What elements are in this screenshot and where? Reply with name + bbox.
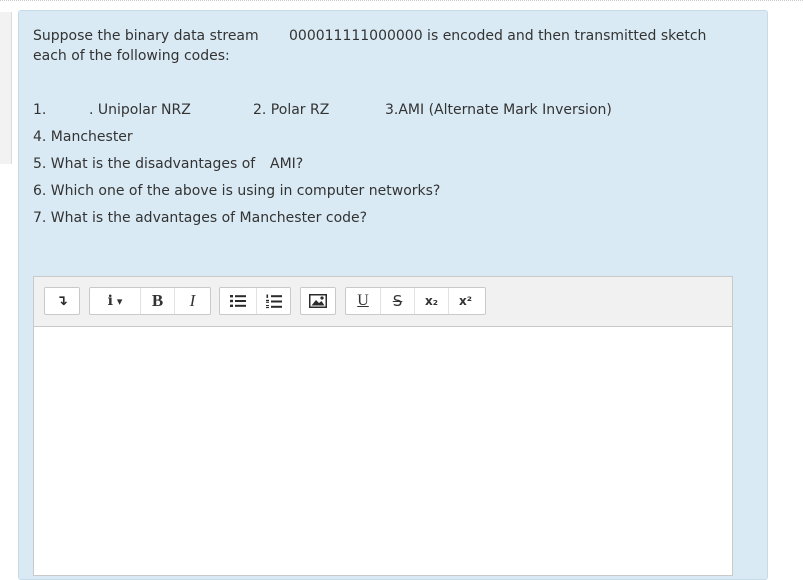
item-6-text: 6. Which one of the above is using in co… — [33, 183, 441, 199]
image-group — [300, 287, 336, 315]
list-group — [219, 287, 291, 315]
strikethrough-button[interactable]: S — [380, 288, 414, 314]
bullet-list-button[interactable] — [220, 288, 256, 314]
format-group: i ▾ B I — [89, 287, 211, 315]
editor-toolbar: ↴ i ▾ B I U S x₂ x² — [34, 277, 732, 327]
insert-group: ↴ — [44, 287, 80, 315]
italic-button[interactable]: I — [174, 288, 210, 314]
insert-button[interactable]: ↴ — [45, 288, 79, 314]
underline-icon: U — [357, 292, 369, 309]
text-style-group: U S x₂ x² — [345, 287, 486, 315]
underline-button[interactable]: U — [346, 288, 380, 314]
bold-icon: B — [151, 291, 164, 310]
item-5-text-a: 5. What is the disadvantages of — [33, 156, 256, 172]
item-4-text: 4. Manchester — [33, 129, 133, 145]
item-3-text: 3.AMI (Alternate Mark Inversion) — [385, 102, 612, 118]
numbered-list-icon — [265, 294, 282, 308]
item-1-number: 1. — [33, 102, 47, 118]
image-icon — [309, 294, 327, 308]
top-divider — [0, 0, 803, 2]
insert-stuff-button[interactable]: i ▾ — [90, 288, 140, 314]
strikethrough-icon: S — [392, 292, 403, 310]
question-intro-line1-b: 000011111000000 is encoded and then tran… — [289, 28, 707, 44]
answer-editor: ↴ i ▾ B I U S x₂ x² — [33, 276, 733, 576]
question-intro-line1-a: Suppose the binary data stream — [33, 28, 259, 44]
arrow-down-icon: ↴ — [56, 293, 68, 309]
item-2-text: 2. Polar RZ — [253, 102, 330, 118]
subscript-icon: x₂ — [425, 294, 438, 308]
info-icon: i — [107, 293, 113, 309]
bold-button[interactable]: B — [140, 288, 174, 314]
subscript-button[interactable]: x₂ — [414, 288, 448, 314]
italic-icon: I — [189, 291, 196, 310]
item-7-text: 7. What is the advantages of Manchester … — [33, 210, 368, 226]
superscript-button[interactable]: x² — [448, 288, 482, 314]
superscript-icon: x² — [459, 294, 472, 308]
numbered-list-button[interactable] — [256, 288, 290, 314]
question-intro-line2: each of the following codes: — [33, 48, 230, 64]
chevron-down-icon: ▾ — [116, 294, 123, 308]
answer-text-area[interactable] — [34, 327, 732, 575]
left-side-strip — [0, 12, 12, 164]
bullet-list-icon — [230, 295, 246, 307]
item-1-text: . Unipolar NRZ — [89, 102, 191, 118]
insert-image-button[interactable] — [301, 288, 335, 314]
item-5-text-b: AMI? — [270, 156, 304, 172]
